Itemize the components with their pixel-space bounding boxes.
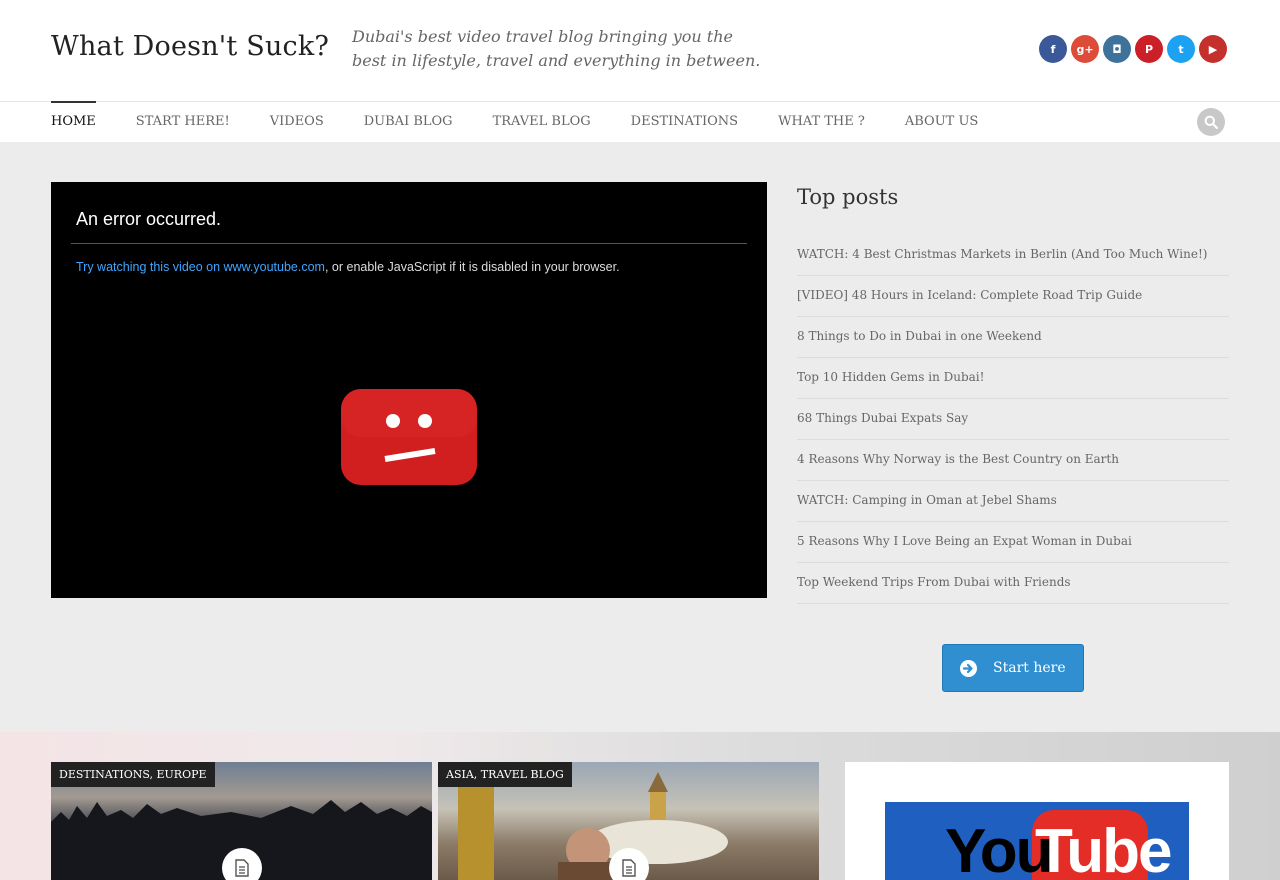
top-posts-list: WATCH: 4 Best Christmas Markets in Berli… xyxy=(797,235,1229,604)
post-link[interactable]: 4 Reasons Why Norway is the Best Country… xyxy=(797,440,1229,481)
twitter-icon[interactable]: t xyxy=(1167,35,1195,63)
nav-item-destinations[interactable]: DESTINATIONS xyxy=(631,102,738,142)
nav-item-travel-blog[interactable]: TRAVEL BLOG xyxy=(493,102,591,142)
post-link[interactable]: 5 Reasons Why I Love Being an Expat Woma… xyxy=(797,522,1229,563)
sad-youtube-icon xyxy=(341,389,477,485)
main-nav: HOME START HERE! VIDEOS DUBAI BLOG TRAVE… xyxy=(0,101,1280,142)
youtube-logo-tube: Tube xyxy=(1035,817,1172,880)
post-link[interactable]: Top Weekend Trips From Dubai with Friend… xyxy=(797,563,1229,604)
document-icon xyxy=(622,859,636,877)
top-posts-heading: Top posts xyxy=(797,185,899,209)
youtube-icon[interactable]: ▶ xyxy=(1199,35,1227,63)
nav-item-about-us[interactable]: ABOUT US xyxy=(905,102,978,142)
start-here-button[interactable]: Start here xyxy=(942,644,1084,692)
search-icon xyxy=(1204,115,1218,129)
document-icon xyxy=(235,859,249,877)
site-title[interactable]: What Doesn't Suck? xyxy=(51,31,329,62)
video-error-message: Try watching this video on www.youtube.c… xyxy=(76,260,620,274)
google-plus-icon[interactable]: g+ xyxy=(1071,35,1099,63)
site-header: What Doesn't Suck? Dubai's best video tr… xyxy=(0,0,1280,101)
nav-item-videos[interactable]: VIDEOS xyxy=(270,102,324,142)
post-card[interactable]: DESTINATIONS, EUROPE xyxy=(51,762,432,880)
divider xyxy=(71,243,747,244)
site-tagline: Dubai's best video travel blog bringing … xyxy=(352,27,761,70)
facebook-icon[interactable]: f xyxy=(1039,35,1067,63)
post-link[interactable]: WATCH: Camping in Oman at Jebel Shams xyxy=(797,481,1229,522)
post-link[interactable]: 8 Things to Do in Dubai in one Weekend xyxy=(797,317,1229,358)
video-embed[interactable]: An error occurred. Try watching this vid… xyxy=(51,182,767,598)
search-button[interactable] xyxy=(1197,108,1225,136)
post-link[interactable]: [VIDEO] 48 Hours in Iceland: Complete Ro… xyxy=(797,276,1229,317)
pinterest-icon[interactable]: P xyxy=(1135,35,1163,63)
arrow-circle-right-icon xyxy=(960,659,977,677)
youtube-widget: You Tube xyxy=(845,762,1229,880)
nav-item-what-the[interactable]: WHAT THE ? xyxy=(778,102,865,142)
youtube-banner[interactable]: You Tube xyxy=(885,802,1189,880)
post-card[interactable]: ASIA, TRAVEL BLOG xyxy=(438,762,819,880)
post-link[interactable]: WATCH: 4 Best Christmas Markets in Berli… xyxy=(797,235,1229,276)
nav-item-dubai-blog[interactable]: DUBAI BLOG xyxy=(364,102,453,142)
video-error-title: An error occurred. xyxy=(76,209,222,229)
instagram-icon[interactable]: ◘ xyxy=(1103,35,1131,63)
featured-band: DESTINATIONS, EUROPE ASIA, TRAVEL BLOG Y… xyxy=(0,732,1280,880)
article-icon[interactable] xyxy=(222,848,262,880)
nav-item-home[interactable]: HOME xyxy=(51,101,96,142)
start-here-label: Start here xyxy=(993,660,1066,676)
nav-item-start-here[interactable]: START HERE! xyxy=(136,102,230,142)
post-link[interactable]: Top 10 Hidden Gems in Dubai! xyxy=(797,358,1229,399)
social-links: f g+ ◘ P t ▶ xyxy=(1039,35,1227,63)
post-link[interactable]: 68 Things Dubai Expats Say xyxy=(797,399,1229,440)
category-tag[interactable]: DESTINATIONS, EUROPE xyxy=(51,762,215,787)
category-tag[interactable]: ASIA, TRAVEL BLOG xyxy=(438,762,572,787)
youtube-link[interactable]: Try watching this video on www.youtube.c… xyxy=(76,260,325,274)
article-icon[interactable] xyxy=(609,848,649,880)
video-error-message-rest: , or enable JavaScript if it is disabled… xyxy=(324,260,620,274)
